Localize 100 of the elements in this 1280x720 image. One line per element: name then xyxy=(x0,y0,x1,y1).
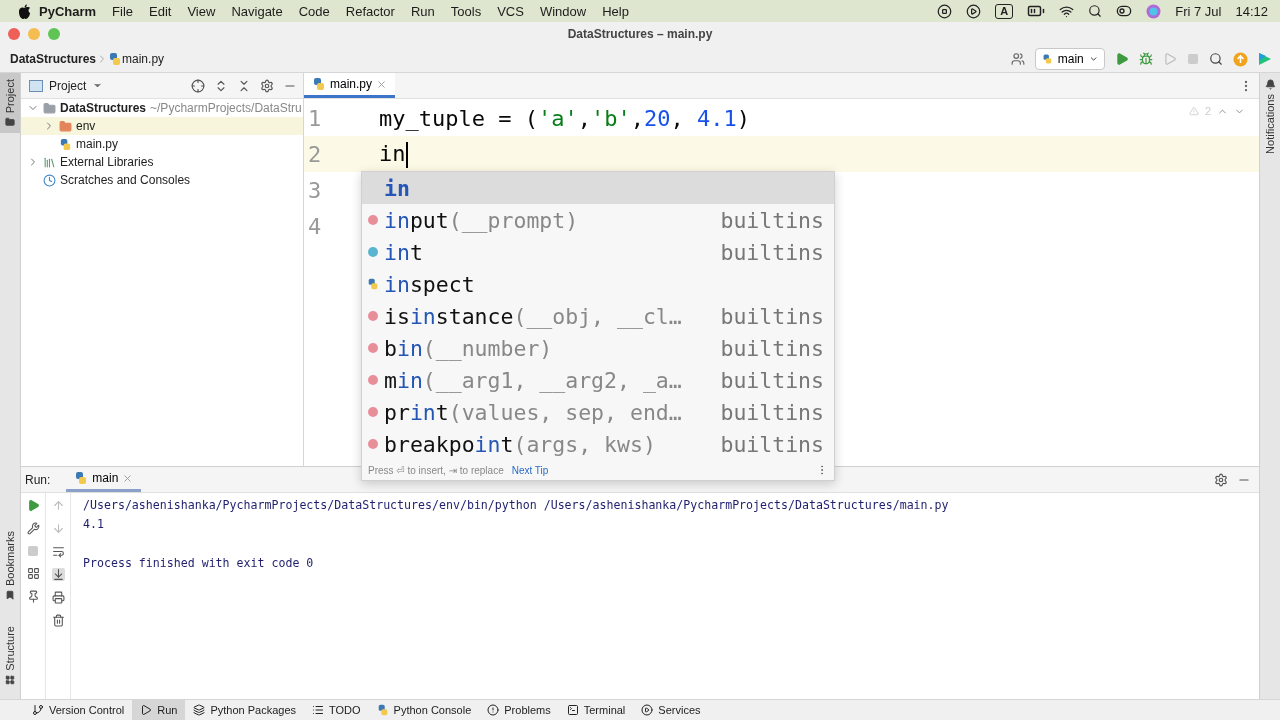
down-arrow-icon[interactable] xyxy=(51,522,65,535)
completion-item[interactable]: bin(__number) builtins xyxy=(362,332,834,364)
window-title: DataStructures – main.py xyxy=(567,27,713,41)
trash-icon[interactable] xyxy=(51,614,65,627)
tree-item[interactable]: main.py xyxy=(21,135,303,153)
run-tab[interactable]: main xyxy=(66,467,142,492)
python-file-icon xyxy=(312,77,326,91)
layout-icon[interactable] xyxy=(26,567,40,580)
control-center-icon[interactable] xyxy=(1116,3,1133,19)
completion-source: builtins xyxy=(719,431,825,457)
completion-item[interactable]: isinstance(__obj, __cl… builtins xyxy=(362,300,834,332)
locate-icon[interactable] xyxy=(191,78,205,93)
function-icon xyxy=(368,375,378,385)
wrench-icon[interactable] xyxy=(26,522,40,535)
completion-source: builtins xyxy=(719,239,825,265)
tool-window-tab[interactable]: Notifications xyxy=(1260,73,1280,160)
debug-icon[interactable] xyxy=(1139,52,1153,66)
settings-icon[interactable] xyxy=(260,78,274,93)
completion-item[interactable]: min(__arg1, __arg2, _a… builtins xyxy=(362,364,834,396)
menu-item[interactable]: Refactor xyxy=(337,3,403,19)
line-number: 3 xyxy=(307,177,323,203)
tree-item[interactable]: DataStructures ~/PycharmProjects/DataStru xyxy=(21,99,303,117)
menu-bar-date[interactable]: Fri 7 Jul xyxy=(1175,3,1222,19)
completion-item[interactable]: in xyxy=(362,172,834,204)
bookmark-icon xyxy=(5,590,15,601)
completion-item[interactable]: print(values, sep, end… builtins xyxy=(362,396,834,428)
menu-item[interactable]: View xyxy=(179,3,224,19)
record-stop-icon[interactable] xyxy=(937,3,953,19)
menu-bar-time[interactable]: 14:12 xyxy=(1235,3,1268,19)
print-icon[interactable] xyxy=(51,591,65,604)
console-output: Process finished with exit code 0 xyxy=(83,555,315,572)
close-icon[interactable] xyxy=(376,78,388,90)
completion-source: builtins xyxy=(719,367,825,393)
menu-item[interactable]: Run xyxy=(402,3,443,19)
tool-window-button[interactable]: Run xyxy=(132,700,186,720)
folder-icon xyxy=(5,117,15,128)
tree-item[interactable]: External Libraries xyxy=(21,153,303,171)
tool-window-tab[interactable]: Structure xyxy=(0,620,20,691)
bell-icon xyxy=(1264,79,1276,90)
branch-icon xyxy=(32,704,44,716)
completion-source: builtins xyxy=(719,303,825,329)
tool-window-button[interactable]: Python Packages xyxy=(185,700,305,720)
input-source-indicator[interactable]: A xyxy=(995,3,1014,19)
completion-item[interactable]: input(__prompt) builtins xyxy=(362,204,834,236)
pin-icon[interactable] xyxy=(26,590,40,603)
tree-item[interactable]: Scratches and Consoles xyxy=(21,171,303,189)
search-icon[interactable] xyxy=(1209,52,1223,66)
tree-item[interactable]: env xyxy=(21,117,303,135)
completion-source: builtins xyxy=(719,399,825,425)
settings-icon[interactable] xyxy=(1214,472,1228,487)
user-icon[interactable] xyxy=(1011,52,1025,66)
run-icon[interactable] xyxy=(1115,52,1129,66)
breadcrumb-item[interactable]: main.py xyxy=(122,52,165,66)
tool-window-button[interactable]: TODO xyxy=(304,700,369,720)
siri-icon[interactable] xyxy=(1146,3,1162,19)
menu-item[interactable]: Code xyxy=(290,3,338,19)
menu-item[interactable]: VCS xyxy=(489,3,532,19)
scroll-to-end-icon[interactable] xyxy=(51,568,65,581)
terminal-icon xyxy=(566,704,579,716)
close-icon[interactable] xyxy=(122,472,134,484)
completion-item[interactable]: inspect xyxy=(362,268,834,300)
panel-title[interactable]: Project xyxy=(49,78,87,93)
next-tip-link[interactable]: Next Tip xyxy=(511,464,549,476)
python-icon xyxy=(1042,52,1053,66)
close-window-button[interactable] xyxy=(8,28,20,40)
menu-item[interactable]: Tools xyxy=(442,3,490,19)
menu-item[interactable]: Navigate xyxy=(223,3,291,19)
run-configuration-dropdown[interactable]: main xyxy=(1035,48,1105,70)
apple-logo-icon[interactable] xyxy=(18,3,31,19)
wifi-icon[interactable] xyxy=(1059,3,1075,19)
scratches-icon xyxy=(43,173,56,187)
menu-item[interactable]: Help xyxy=(594,3,637,19)
tool-window-button[interactable]: Terminal xyxy=(558,700,634,720)
tool-window-button[interactable]: Version Control xyxy=(24,700,133,720)
up-arrow-icon[interactable] xyxy=(51,499,65,512)
menu-item[interactable]: File xyxy=(104,3,142,19)
editor-tab[interactable]: main.py xyxy=(304,73,396,98)
menu-item[interactable]: PyCharm xyxy=(31,3,105,19)
tool-window-tab[interactable]: Project xyxy=(0,73,20,134)
app-logo-icon[interactable] xyxy=(1258,52,1272,66)
breadcrumb-item[interactable]: DataStructures xyxy=(10,52,97,66)
tool-window-button[interactable]: Python Console xyxy=(368,700,480,720)
menu-item[interactable]: Window xyxy=(531,3,595,19)
completion-item[interactable]: breakpoint(args, kws) builtins xyxy=(362,428,834,460)
update-icon[interactable] xyxy=(1233,51,1248,67)
soft-wrap-icon[interactable] xyxy=(51,545,65,558)
play-circle-icon[interactable] xyxy=(966,3,982,19)
search-icon[interactable] xyxy=(1088,4,1103,18)
menu-item[interactable]: Edit xyxy=(141,3,180,19)
console-output: 4.1 xyxy=(83,516,105,533)
folder-icon xyxy=(43,101,56,115)
zoom-window-button[interactable] xyxy=(48,28,60,40)
tree-path: ~/PycharmProjects/DataStru xyxy=(150,101,302,115)
rerun-icon[interactable] xyxy=(26,499,40,512)
completion-source: builtins xyxy=(719,335,825,361)
tool-window-tab[interactable]: Bookmarks xyxy=(0,525,20,607)
collapse-all-icon[interactable] xyxy=(237,78,251,93)
completion-item[interactable]: int builtins xyxy=(362,236,834,268)
tool-window-button[interactable]: Services xyxy=(633,700,709,720)
tool-window-button[interactable]: Problems xyxy=(479,700,559,720)
